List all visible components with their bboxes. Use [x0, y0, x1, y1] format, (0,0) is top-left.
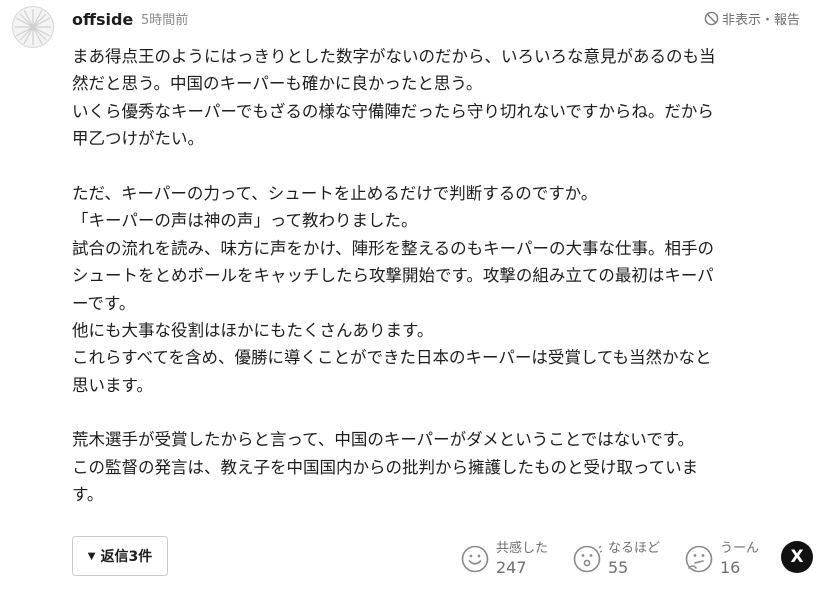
comment-line: 荒木選手が受賞したからと言って、中国のキーパーがダメということではないです。	[72, 430, 695, 450]
reaction-count: 16	[720, 557, 741, 577]
comment-line: 「キーパーの声は神の声」って教わりました。	[72, 211, 418, 231]
comment-line: 思います。	[72, 375, 153, 395]
reaction-label: うーん	[720, 540, 760, 556]
author-name[interactable]: offside	[72, 9, 133, 31]
share-x-button[interactable]: X	[781, 541, 813, 573]
triangle-down-icon: ▼	[87, 550, 96, 562]
reaction-count: 55	[608, 557, 629, 577]
smile-icon	[461, 545, 489, 573]
comment-line: ただ、キーパーの力って、シュートを止めるだけで判断するのですか。	[72, 183, 598, 203]
comment-line: 然だと思う。中国のキーパーも確かに良かったと思う。	[72, 74, 483, 94]
comment-line	[72, 153, 812, 180]
comment-line: これらすべてを含め、優勝に導くことができた日本のキーパーは受賞しても当然かなと	[72, 348, 712, 368]
comment-line: す。	[72, 485, 104, 505]
hide-report-button[interactable]: 非表示・報告	[704, 7, 800, 29]
comment-body: まあ得点王のようにはっきりとした数字がないのだから、いろいろな意見があるのも当 …	[72, 43, 812, 509]
comment-line: ーです。	[72, 293, 136, 313]
reaction-label: 共感した	[496, 540, 549, 556]
surprised-icon	[573, 545, 602, 573]
replies-label: 返信3件	[100, 549, 153, 565]
comment-line: 他にも大事な役割はほかにもたくさんあります。	[72, 320, 434, 340]
comment-line: 試合の流れを読み、味方に声をかけ、陣形を整えるのもキーパーの大事な仕事。相手の	[72, 238, 715, 258]
reaction-count: 247	[496, 557, 527, 577]
reaction-hmm-button[interactable]: うーん 16	[684, 539, 759, 579]
thinking-icon	[685, 545, 713, 573]
replies-toggle-button[interactable]: ▼ 返信3件	[72, 536, 168, 576]
comment-line: まあ得点王のようにはっきりとした数字がないのだから、いろいろな意見があるのも当	[72, 47, 716, 66]
reaction-label: なるほど	[608, 540, 661, 556]
comment-line: 甲乙つけがたい。	[72, 129, 204, 149]
x-logo-icon: X	[790, 547, 804, 567]
hide-report-label: 非表示・報告	[722, 12, 801, 28]
prohibit-icon	[704, 11, 719, 25]
avatar[interactable]	[12, 6, 54, 48]
post-time: 5時間前	[141, 13, 189, 28]
comment-line	[72, 399, 812, 426]
reaction-insightful-button[interactable]: なるほど 55	[572, 539, 660, 579]
reaction-empathy-button[interactable]: 共感した 247	[460, 539, 548, 579]
comment-line: いくら優秀なキーパーでもざるの様な守備陣だったら守り切れないですからね。だから	[72, 101, 714, 121]
comment-line: この監督の発言は、教え子を中国国内からの批判から擁護したものと受け取っていま	[72, 457, 699, 477]
comment-line: シュートをとめボールをキャッチしたら攻撃開始です。攻撃の組み立ての最初はキーパ	[72, 266, 714, 286]
